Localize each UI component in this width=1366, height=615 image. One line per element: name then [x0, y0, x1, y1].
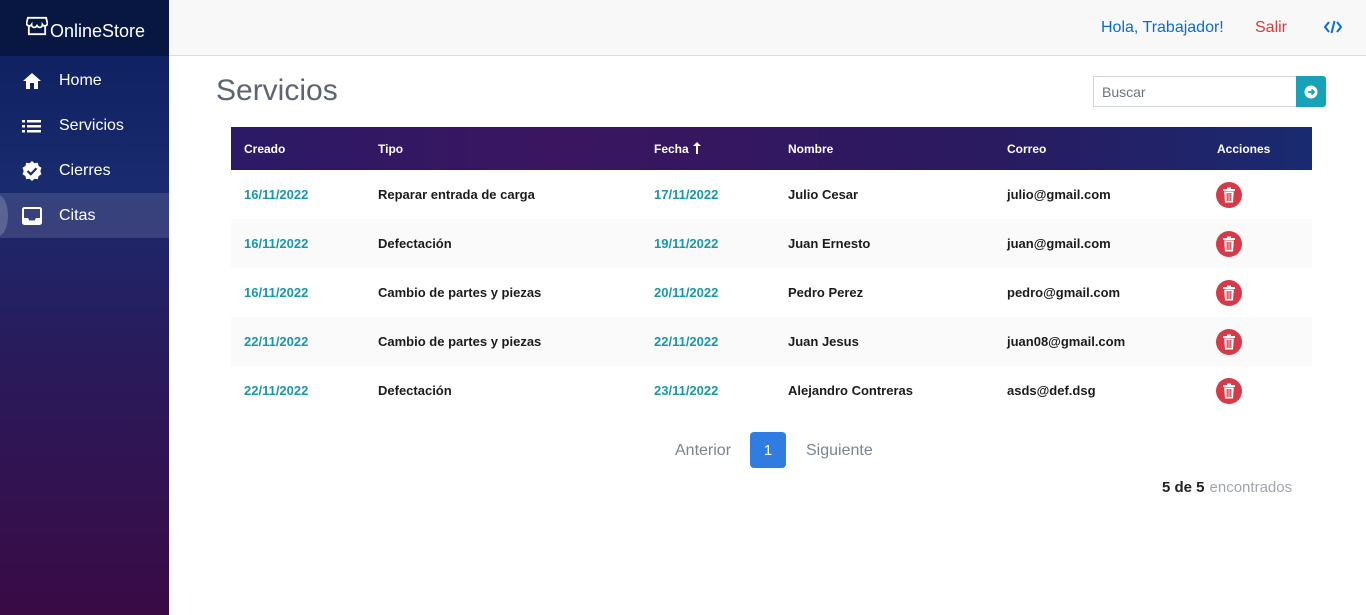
prev-page-button[interactable]: Anterior	[675, 442, 731, 460]
next-page-button[interactable]: Siguiente	[806, 442, 873, 460]
delete-button[interactable]	[1216, 377, 1242, 404]
store-icon	[26, 16, 48, 36]
cell-fecha: 23/11/2022	[654, 383, 719, 398]
cell-correo: juan@gmail.com	[1007, 236, 1111, 251]
arrow-circle-right-icon	[1304, 85, 1318, 98]
page-title: Servicios	[216, 74, 338, 107]
cell-acciones	[1204, 219, 1312, 268]
table-row[interactable]: 16/11/2022 Reparar entrada de carga 17/11/…	[231, 170, 1312, 219]
services-table: Creado Tipo Fecha Nombre Correo Acciones…	[231, 127, 1312, 415]
table-row[interactable]: 16/11/2022 Defectación 19/11/2022 Juan Erne…	[231, 219, 1312, 268]
delete-button[interactable]	[1216, 279, 1242, 306]
sidebar-item-home[interactable]: Home	[0, 58, 169, 103]
delete-button[interactable]	[1216, 181, 1242, 208]
cell-fecha: 20/11/2022	[654, 285, 719, 300]
trash-icon	[1222, 383, 1236, 399]
sidebar-item-label: Citas	[59, 206, 96, 224]
cell-fecha: 19/11/2022	[654, 236, 719, 251]
sidebar-nav: Home Servicios Cierres Citas	[0, 58, 169, 238]
home-icon	[22, 71, 42, 91]
cell-tipo: Cambio de partes y piezas	[378, 334, 542, 349]
header-correo[interactable]: Correo	[994, 127, 1204, 170]
results-count-suffix: encontrados	[1209, 479, 1293, 496]
results-count-value: 5 de 5	[1162, 479, 1205, 496]
cell-creado: 16/11/2022	[244, 236, 309, 251]
table-row[interactable]: 22/11/2022 Defectación 23/11/2022 Alejandro…	[231, 366, 1312, 415]
list-icon	[22, 116, 42, 136]
results-count: 5 de 5 encontrados	[1162, 479, 1292, 496]
sidebar-item-cierres[interactable]: Cierres	[0, 148, 169, 193]
sidebar-item-label: Cierres	[59, 161, 111, 179]
header-fecha-label: Fecha	[654, 141, 689, 156]
search-input[interactable]	[1093, 76, 1297, 107]
sidebar: OnlineStore Home Servicios Cierres Citas	[0, 0, 169, 615]
header-nombre[interactable]: Nombre	[775, 127, 994, 170]
cell-acciones	[1204, 317, 1312, 366]
trash-icon	[1222, 236, 1236, 252]
cell-nombre: Alejandro Contreras	[788, 383, 913, 398]
logout-link[interactable]: Salir	[1255, 19, 1287, 37]
inbox-icon	[22, 206, 42, 226]
table-body: 16/11/2022 Reparar entrada de carga 17/11/…	[231, 170, 1312, 415]
header-tipo[interactable]: Tipo	[365, 127, 641, 170]
cell-acciones	[1204, 268, 1312, 317]
cell-creado: 22/11/2022	[244, 334, 309, 349]
cell-correo: julio@gmail.com	[1007, 187, 1111, 202]
cell-fecha: 22/11/2022	[654, 334, 719, 349]
cell-acciones	[1204, 170, 1312, 219]
sidebar-item-citas[interactable]: Citas	[0, 193, 169, 238]
brand[interactable]: OnlineStore	[0, 0, 169, 56]
trash-icon	[1222, 285, 1236, 301]
delete-button[interactable]	[1216, 230, 1242, 257]
cell-nombre: Juan Jesus	[788, 334, 859, 349]
cell-nombre: Juan Ernesto	[788, 236, 871, 251]
cell-nombre: Pedro Perez	[788, 285, 864, 300]
sidebar-item-servicios[interactable]: Servicios	[0, 103, 169, 148]
table-row[interactable]: 16/11/2022 Cambio de partes y piezas 20/11…	[231, 268, 1312, 317]
cell-tipo: Defectación	[378, 236, 452, 251]
header-fecha[interactable]: Fecha	[641, 127, 775, 170]
cell-correo: asds@def.dsg	[1007, 383, 1096, 398]
delete-button[interactable]	[1216, 328, 1242, 355]
cell-tipo: Defectación	[378, 383, 452, 398]
cell-tipo: Reparar entrada de carga	[378, 187, 535, 202]
sidebar-item-label: Home	[59, 71, 102, 89]
topbar: Hola, Trabajador! Salir	[169, 0, 1366, 56]
trash-icon	[1222, 334, 1236, 350]
cell-correo: pedro@gmail.com	[1007, 285, 1121, 300]
cell-correo: juan08@gmail.com	[1007, 334, 1126, 349]
header-creado[interactable]: Creado	[231, 127, 365, 170]
table-header-row: Creado Tipo Fecha Nombre Correo Acciones	[231, 127, 1312, 170]
cell-creado: 16/11/2022	[244, 187, 309, 202]
search-button[interactable]	[1296, 76, 1326, 107]
brand-name: OnlineStore	[50, 20, 146, 41]
table-row[interactable]: 22/11/2022 Cambio de partes y piezas 22/11…	[231, 317, 1312, 366]
badge-check-icon	[22, 160, 42, 181]
sort-asc-icon	[693, 141, 702, 154]
header-acciones: Acciones	[1217, 141, 1271, 156]
cell-creado: 16/11/2022	[244, 285, 309, 300]
sidebar-item-label: Servicios	[59, 116, 124, 134]
code-icon[interactable]	[1324, 18, 1342, 36]
cell-nombre: Julio Cesar	[788, 187, 859, 202]
cell-fecha: 17/11/2022	[654, 187, 719, 202]
cell-acciones	[1204, 366, 1312, 415]
page-1-button[interactable]: 1	[750, 432, 786, 468]
trash-icon	[1222, 187, 1236, 203]
cell-tipo: Cambio de partes y piezas	[378, 285, 542, 300]
user-greeting[interactable]: Hola, Trabajador!	[1101, 19, 1224, 37]
cell-creado: 22/11/2022	[244, 383, 309, 398]
